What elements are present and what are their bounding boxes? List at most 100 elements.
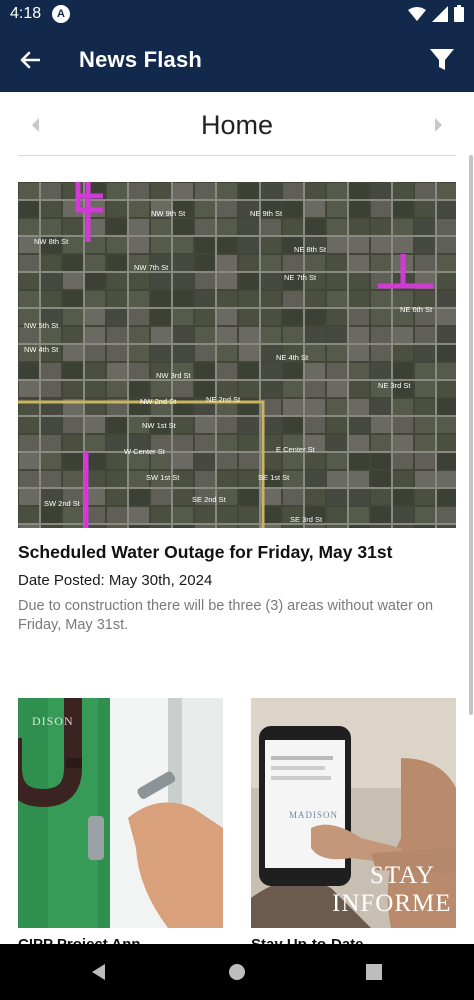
map-block bbox=[217, 237, 237, 253]
news-date: Date Posted: May 30th, 2024 bbox=[18, 572, 213, 589]
map-block bbox=[327, 345, 347, 361]
map-block bbox=[327, 327, 347, 343]
map-block bbox=[151, 381, 171, 397]
map-block bbox=[283, 363, 303, 379]
map-block bbox=[63, 327, 83, 343]
map-block bbox=[437, 327, 456, 343]
map-block bbox=[327, 399, 347, 415]
news-thumbnail-pipe[interactable]: DISON bbox=[18, 698, 223, 928]
map-block bbox=[41, 525, 61, 528]
map-block bbox=[327, 273, 347, 289]
map-block bbox=[283, 309, 303, 325]
map-block bbox=[63, 291, 83, 307]
scrollbar[interactable] bbox=[469, 155, 473, 715]
map-block bbox=[415, 237, 435, 253]
map-block bbox=[107, 255, 127, 271]
map-block bbox=[371, 525, 391, 528]
map-block bbox=[129, 345, 149, 361]
map-block bbox=[327, 291, 347, 307]
map-block bbox=[195, 273, 215, 289]
map-block bbox=[283, 291, 303, 307]
map-block bbox=[349, 345, 369, 361]
map-block bbox=[261, 183, 281, 199]
filter-icon bbox=[430, 49, 454, 70]
map-block bbox=[41, 417, 61, 433]
map-block bbox=[415, 507, 435, 523]
map-block bbox=[239, 309, 259, 325]
map-block bbox=[327, 489, 347, 505]
back-button[interactable] bbox=[14, 44, 46, 76]
map-block bbox=[239, 237, 259, 253]
map-block bbox=[349, 489, 369, 505]
map-block bbox=[19, 273, 39, 289]
map-block bbox=[107, 309, 127, 325]
informed-text: INFORME bbox=[332, 890, 452, 917]
map-block bbox=[327, 381, 347, 397]
map-block bbox=[195, 453, 215, 469]
map-block bbox=[195, 291, 215, 307]
filter-button[interactable] bbox=[426, 44, 458, 76]
map-block bbox=[151, 291, 171, 307]
map-block bbox=[371, 417, 391, 433]
map-block bbox=[327, 363, 347, 379]
map-block bbox=[239, 453, 259, 469]
map-block bbox=[371, 345, 391, 361]
map-block bbox=[19, 291, 39, 307]
map-block bbox=[41, 219, 61, 235]
map-street-label: NW 4th St bbox=[24, 345, 59, 354]
map-block bbox=[129, 237, 149, 253]
map-block bbox=[371, 471, 391, 487]
nav-back-button[interactable] bbox=[87, 960, 111, 984]
map-block bbox=[239, 219, 259, 235]
map-block bbox=[239, 255, 259, 271]
map-block bbox=[349, 471, 369, 487]
map-block bbox=[19, 453, 39, 469]
app-notification-icon: A bbox=[52, 5, 70, 23]
map-block bbox=[19, 435, 39, 451]
map-block bbox=[393, 201, 413, 217]
nav-recents-button[interactable] bbox=[362, 960, 386, 984]
map-block bbox=[437, 183, 456, 199]
map-block bbox=[393, 453, 413, 469]
map-street-label: NW 7th St bbox=[134, 263, 169, 272]
map-block bbox=[393, 435, 413, 451]
map-block bbox=[283, 525, 303, 528]
map-block bbox=[107, 525, 127, 528]
map-block bbox=[217, 453, 237, 469]
map-block bbox=[415, 453, 435, 469]
map-block bbox=[195, 255, 215, 271]
chevron-right-icon[interactable] bbox=[430, 116, 446, 134]
nav-home-button[interactable] bbox=[225, 960, 249, 984]
map-block bbox=[85, 381, 105, 397]
map-block bbox=[63, 417, 83, 433]
map-block bbox=[151, 237, 171, 253]
news-card[interactable]: NW 9th St NE 9th St NW 8th St NE 8th St NW 7… bbox=[18, 182, 456, 635]
map-block bbox=[19, 183, 39, 199]
battery-icon bbox=[454, 5, 464, 22]
map-block bbox=[349, 381, 369, 397]
arrow-left-icon bbox=[20, 51, 40, 69]
map-block bbox=[349, 507, 369, 523]
map-block bbox=[129, 273, 149, 289]
news-thumbnail-stay-informed[interactable]: MADISON STAY INFORME bbox=[251, 698, 456, 928]
map-block bbox=[349, 327, 369, 343]
map-block bbox=[371, 327, 391, 343]
map-block bbox=[261, 255, 281, 271]
map-block bbox=[349, 183, 369, 199]
map-block bbox=[217, 201, 237, 217]
map-block bbox=[261, 309, 281, 325]
map-block bbox=[239, 273, 259, 289]
map-block bbox=[393, 183, 413, 199]
map-block bbox=[173, 219, 193, 235]
map-block bbox=[437, 525, 456, 528]
map-block bbox=[349, 237, 369, 253]
map-street-label: NW 1st St bbox=[142, 421, 177, 430]
map-block bbox=[261, 381, 281, 397]
map-block bbox=[19, 507, 39, 523]
map-block bbox=[415, 381, 435, 397]
map-block bbox=[151, 219, 171, 235]
map-block bbox=[195, 363, 215, 379]
map-street-label: NE 3rd St bbox=[378, 381, 411, 390]
map-block bbox=[283, 219, 303, 235]
map-block bbox=[217, 309, 237, 325]
